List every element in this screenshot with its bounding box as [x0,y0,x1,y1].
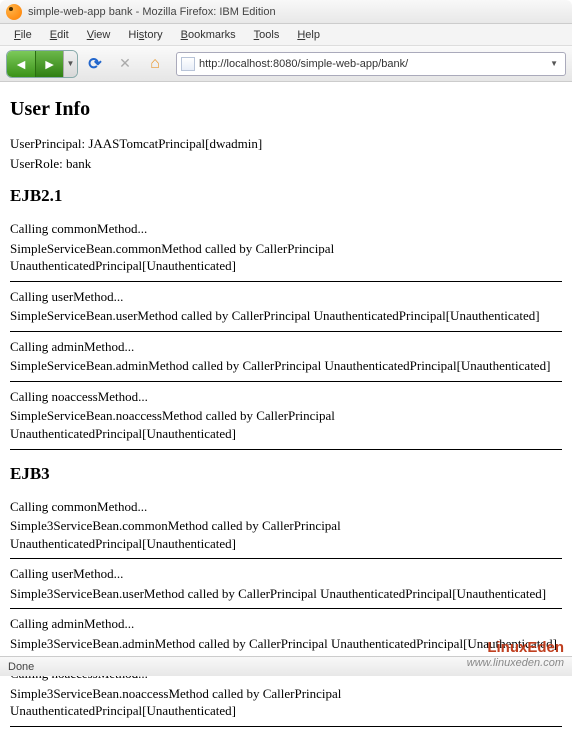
url-dropdown[interactable]: ▼ [547,59,561,68]
result-text: Simple3ServiceBean.commonMethod called b… [10,517,562,552]
url-input[interactable] [199,58,547,70]
call-text: Calling adminMethod... [10,338,562,356]
forward-arrow-icon: ► [43,56,57,72]
divider [10,726,562,727]
ejb21-heading: EJB2.1 [10,186,562,206]
call-text: Calling userMethod... [10,565,562,583]
home-button[interactable]: ⌂ [142,51,168,77]
menu-bookmarks[interactable]: Bookmarks [173,27,244,43]
nav-buttons: ◄ ► ▼ [6,50,78,78]
call-text: Calling commonMethod... [10,220,562,238]
user-role: UserRole: bank [10,155,562,173]
menu-help[interactable]: Help [289,27,328,43]
stop-icon: ✕ [119,55,131,72]
menu-file[interactable]: File [6,27,40,43]
url-bar-container: ▼ [176,52,566,76]
toolbar: ◄ ► ▼ ⟳ ✕ ⌂ ▼ [0,46,572,82]
back-arrow-icon: ◄ [14,56,28,72]
user-principal: UserPrincipal: JAASTomcatPrincipal[dwadm… [10,135,562,153]
ejb21-block: Calling commonMethod... SimpleServiceBea… [10,220,562,275]
ejb21-block: Calling userMethod... SimpleServiceBean.… [10,288,562,325]
reload-button[interactable]: ⟳ [82,51,108,77]
forward-button[interactable]: ► [35,51,63,77]
divider [10,381,562,382]
watermark-url: www.linuxeden.com [467,657,564,670]
result-text: SimpleServiceBean.userMethod called by C… [10,307,562,325]
result-text: SimpleServiceBean.adminMethod called by … [10,357,562,375]
menu-tools[interactable]: Tools [246,27,288,43]
call-text: Calling noaccessMethod... [10,388,562,406]
user-info-heading: User Info [10,98,562,121]
divider [10,608,562,609]
back-button[interactable]: ◄ [7,51,35,77]
ejb3-heading: EJB3 [10,464,562,484]
ejb3-block: Calling commonMethod... Simple3ServiceBe… [10,498,562,553]
divider [10,558,562,559]
page-icon [181,57,195,71]
nav-history-dropdown[interactable]: ▼ [63,51,77,77]
home-icon: ⌂ [150,55,160,73]
ejb21-block: Calling adminMethod... SimpleServiceBean… [10,338,562,375]
window-title: simple-web-app bank - Mozilla Firefox: I… [28,6,276,18]
result-text: SimpleServiceBean.noaccessMethod called … [10,407,562,442]
call-text: Calling userMethod... [10,288,562,306]
titlebar: simple-web-app bank - Mozilla Firefox: I… [0,0,572,24]
stop-button[interactable]: ✕ [112,51,138,77]
menubar: File Edit View History Bookmarks Tools H… [0,24,572,46]
reload-icon: ⟳ [88,54,101,74]
call-text: Calling commonMethod... [10,498,562,516]
menu-edit[interactable]: Edit [42,27,77,43]
divider [10,449,562,450]
call-text: Calling adminMethod... [10,615,562,633]
result-text: Simple3ServiceBean.noaccessMethod called… [10,685,562,720]
ejb21-block: Calling noaccessMethod... SimpleServiceB… [10,388,562,443]
menu-view[interactable]: View [79,27,119,43]
divider [10,281,562,282]
status-text: Done [8,661,34,673]
watermark-brand: LinuxEden [467,639,564,657]
divider [10,331,562,332]
watermark: LinuxEden www.linuxeden.com [467,639,564,670]
result-text: SimpleServiceBean.commonMethod called by… [10,240,562,275]
result-text: Simple3ServiceBean.userMethod called by … [10,585,562,603]
firefox-icon [6,4,22,20]
ejb3-block: Calling userMethod... Simple3ServiceBean… [10,565,562,602]
menu-history[interactable]: History [120,27,170,43]
